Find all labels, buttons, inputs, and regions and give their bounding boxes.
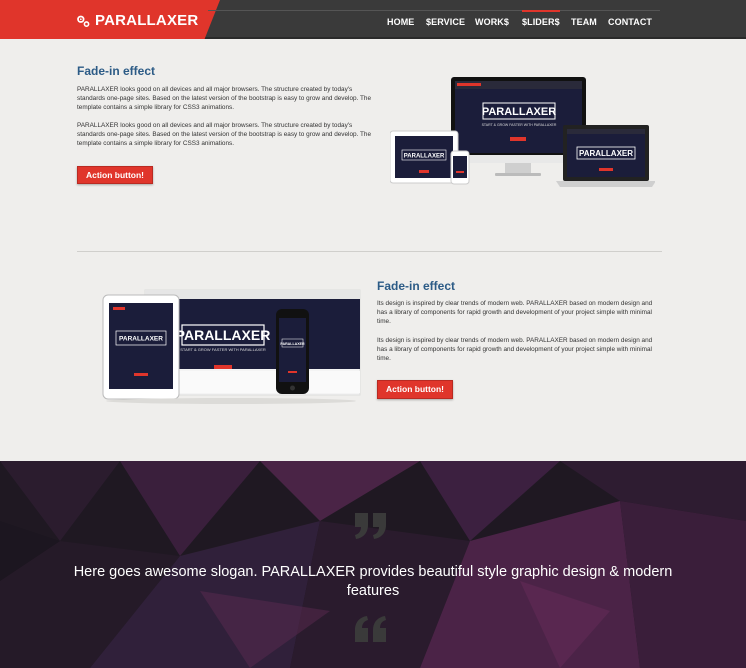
nav-sliders[interactable]: $LIDER$ [522, 10, 560, 27]
section1-action-button[interactable]: Action button! [77, 166, 153, 184]
quote-close-icon [355, 616, 386, 642]
svg-text:PARALLAXER: PARALLAXER [579, 149, 633, 158]
svg-text:PARALLAXER: PARALLAXER [119, 336, 163, 343]
section-divider [77, 251, 662, 252]
nav-team[interactable]: TEAM [571, 17, 597, 27]
section2-paragraph-2: Its design is inspired by clear trends o… [377, 337, 653, 363]
slogan-band: Here goes awesome slogan. PARALLAXER pro… [0, 461, 746, 668]
nav-service[interactable]: $ERVICE [426, 17, 465, 27]
section1-paragraph-1: PARALLAXER looks good on all devices and… [77, 86, 372, 112]
nav-works[interactable]: WORK$ [475, 17, 509, 27]
svg-text:PARALLAXER: PARALLAXER [404, 154, 445, 160]
brand-block[interactable]: PARALLAXER [0, 0, 220, 39]
monitor-tagline: START & GROW FASTER WITH PARALLAXER [482, 123, 557, 127]
nav-home[interactable]: HOME [387, 17, 414, 27]
monitor-brand: PARALLAXER [482, 106, 556, 118]
top-navbar: PARALLAXER HOME $ERVICE WORK$ $LIDER$ TE… [0, 0, 746, 39]
section1-title: Fade-in effect [77, 64, 156, 78]
nav-contact[interactable]: CONTACT [608, 17, 652, 27]
responsive-devices-image-2: PARALLAXER START & GROW FASTER WITH PARA… [102, 289, 361, 404]
section2-action-button[interactable]: Action button! [377, 380, 453, 399]
slogan-text: Here goes awesome slogan. PARALLAXER pro… [73, 564, 673, 599]
brand-name: PARALLAXER [95, 12, 199, 29]
section2-paragraph-1: Its design is inspired by clear trends o… [377, 300, 653, 326]
gears-icon [77, 15, 90, 27]
quote-open-icon [355, 513, 386, 539]
header-divider [208, 10, 660, 11]
section1-paragraph-2: PARALLAXER looks good on all devices and… [77, 122, 372, 148]
desktop-brand: PARALLAXER [176, 327, 271, 343]
responsive-devices-image: PARALLAXER START & GROW FASTER WITH PARA… [390, 77, 655, 187]
svg-text:PARALLAXER: PARALLAXER [280, 342, 305, 346]
desktop-tagline: START & GROW FASTER WITH PARALLAXER [180, 347, 266, 352]
section2-title: Fade-in effect [377, 279, 456, 293]
